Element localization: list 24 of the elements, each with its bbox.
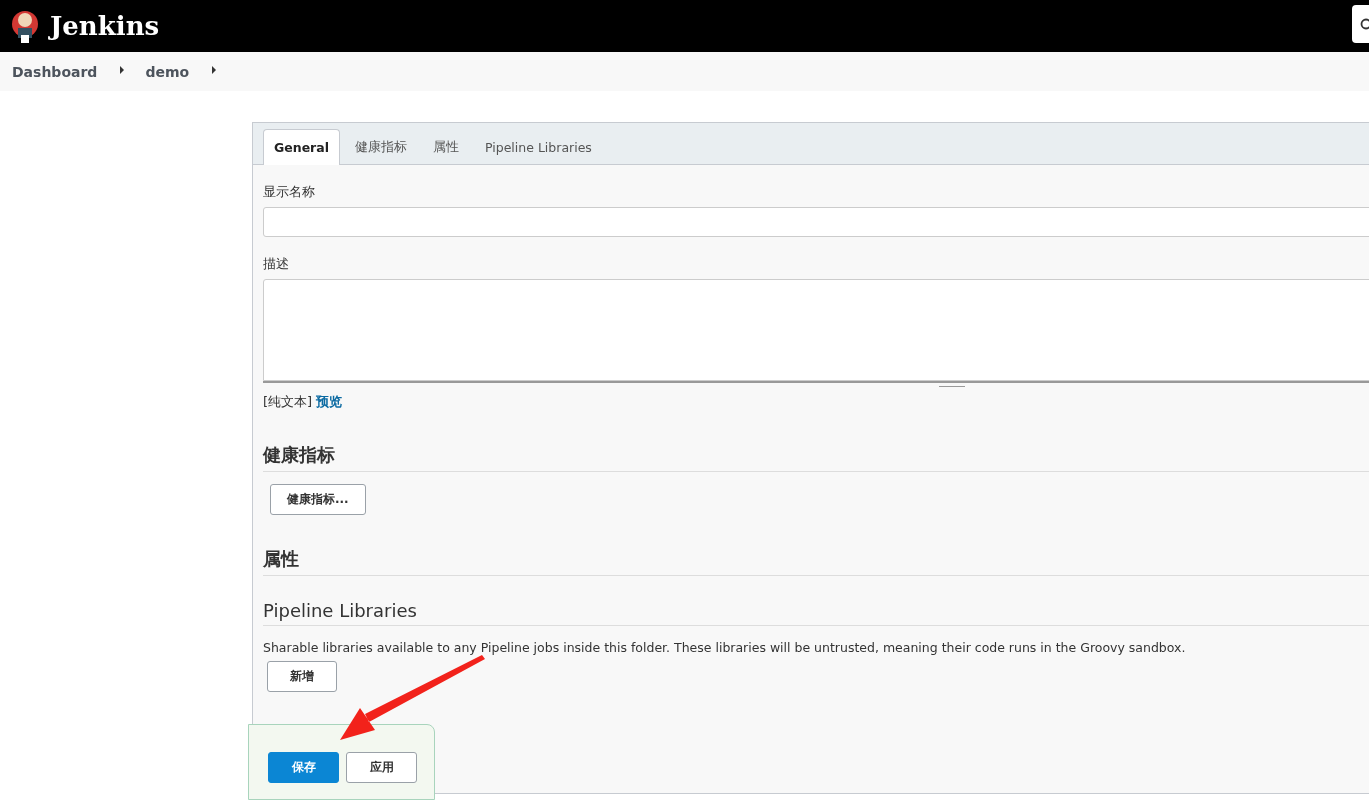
butler-logo-icon[interactable] <box>10 8 40 44</box>
save-button[interactable]: 保存 <box>268 751 339 783</box>
breadcrumb-link[interactable]: demo <box>145 63 190 80</box>
tab[interactable]: Pipeline Libraries <box>474 129 603 165</box>
breadcrumb-link[interactable]: Dashboard <box>12 63 98 80</box>
section-button[interactable]: 健康指标... <box>270 484 366 515</box>
section-heading: Pipeline Libraries <box>263 600 1369 626</box>
apply-button[interactable]: 应用 <box>346 751 417 783</box>
resize-handle[interactable] <box>939 383 965 387</box>
app-title[interactable]: Jenkins <box>50 11 160 41</box>
caret-icon[interactable] <box>211 65 218 74</box>
field-label: 描述 <box>263 255 290 273</box>
caret-icon[interactable] <box>119 65 126 74</box>
field-label: 显示名称 <box>263 183 316 201</box>
section-description: Sharable libraries available to any Pipeline jobs inside this folder. These libraries will be untrusted, meaning their code runs in the Groovy sandbox. <box>263 640 1187 655</box>
section-heading: 属性 <box>263 547 1369 576</box>
section-button[interactable]: 新增 <box>267 661 337 692</box>
section-heading: 健康指标 <box>263 443 1369 472</box>
preview-link[interactable]: 预览 <box>316 394 343 409</box>
input-field[interactable] <box>263 207 1369 237</box>
tab[interactable]: 属性 <box>422 129 470 165</box>
tab[interactable]: General <box>263 129 340 165</box>
format-note: [纯文本] 预览 <box>263 393 344 411</box>
tab[interactable]: 健康指标 <box>344 129 418 165</box>
